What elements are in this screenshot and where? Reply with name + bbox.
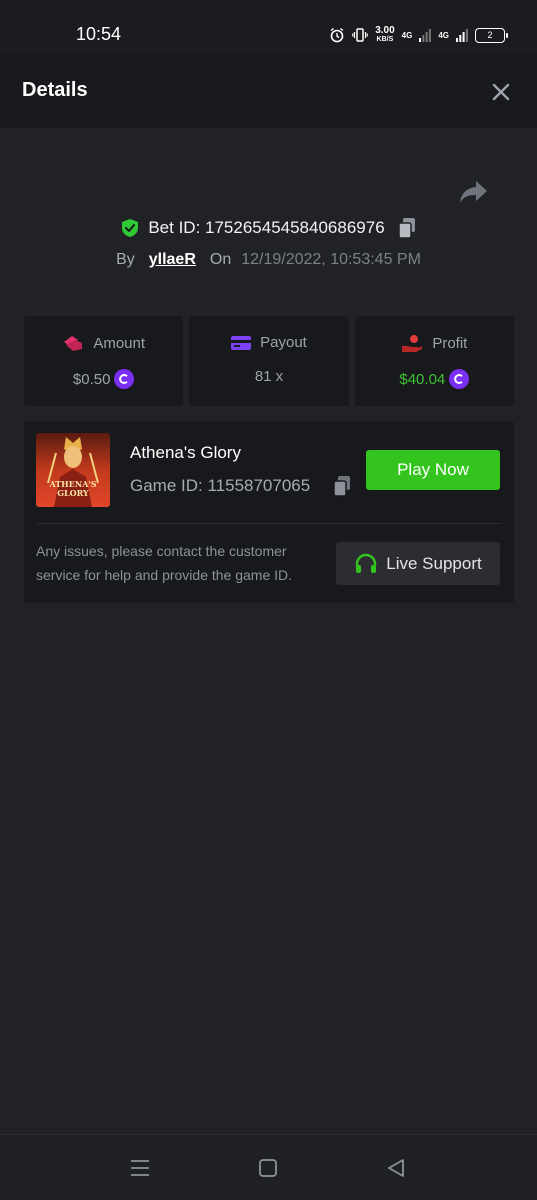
details-header: Details bbox=[0, 54, 537, 128]
stat-amount-label: Amount bbox=[93, 334, 146, 352]
stat-payout: Payout 81 x bbox=[189, 316, 349, 406]
play-now-button[interactable]: Play Now bbox=[366, 450, 500, 490]
net-speed-value: 3.00 bbox=[375, 25, 395, 36]
menu-icon[interactable] bbox=[127, 1155, 153, 1181]
back-icon[interactable] bbox=[383, 1155, 409, 1181]
by-label: By bbox=[116, 251, 135, 268]
divider bbox=[36, 523, 502, 524]
stat-amount: Amount $0.50 bbox=[24, 316, 184, 406]
stat-profit: Profit $40.04 bbox=[354, 316, 514, 406]
net-speed: 3.00 KB/S bbox=[375, 26, 394, 44]
bet-id-row: Bet ID: 1752654545840686976 bbox=[0, 214, 537, 242]
thumb-title-line2: GLORY bbox=[57, 488, 89, 498]
battery-level: 2 bbox=[487, 30, 493, 40]
amount-icon bbox=[64, 336, 83, 351]
signal-icon-2 bbox=[456, 29, 468, 42]
net-speed-unit: KB/S bbox=[376, 36, 394, 43]
bet-author-row: By yllaeR On 12/19/2022, 10:53:45 PM bbox=[0, 247, 537, 273]
status-time: 10:54 bbox=[76, 24, 122, 44]
payout-card-icon bbox=[231, 335, 252, 350]
network-type-1: 4G bbox=[401, 30, 413, 40]
support-help-text: Any issues, please contact the customer … bbox=[36, 543, 293, 583]
share-icon[interactable] bbox=[459, 178, 489, 206]
status-icons: 3.00 KB/S 4G 4G 2 bbox=[329, 24, 508, 46]
battery-icon: 2 bbox=[475, 27, 508, 43]
stat-payout-label: Payout bbox=[260, 334, 307, 351]
username-link[interactable]: yllaeR bbox=[149, 251, 196, 269]
headset-icon bbox=[356, 553, 377, 573]
live-support-label: Live Support bbox=[386, 553, 482, 573]
stat-amount-value: $0.50 bbox=[72, 370, 111, 388]
game-name: Athena's Glory bbox=[130, 443, 241, 462]
signal-icon-1 bbox=[419, 29, 432, 42]
system-nav-bar bbox=[0, 1134, 537, 1200]
stat-profit-label: Profit bbox=[432, 334, 468, 352]
home-icon[interactable] bbox=[255, 1155, 281, 1181]
copy-bet-id-icon[interactable] bbox=[397, 217, 417, 239]
game-thumbnail[interactable]: ATHENA'S GLORY bbox=[36, 433, 110, 507]
bet-stats: Amount $0.50 Payout 81 x Profit $40.04 bbox=[24, 316, 514, 406]
stat-payout-value: 81 x bbox=[254, 368, 284, 385]
status-bar: 10:54 3.00 KB/S 4G 4G 2 bbox=[0, 0, 537, 54]
coin-icon bbox=[449, 369, 470, 389]
bet-datetime: 12/19/2022, 10:53:45 PM bbox=[241, 251, 421, 268]
copy-game-id-icon[interactable] bbox=[332, 475, 352, 497]
game-card: ATHENA'S GLORY Athena's Glory Game ID: 1… bbox=[24, 421, 514, 603]
coin-icon bbox=[114, 369, 135, 389]
network-type-2: 4G bbox=[438, 30, 449, 40]
profit-hand-icon bbox=[402, 335, 423, 352]
live-support-button[interactable]: Live Support bbox=[336, 542, 500, 585]
verified-shield-icon bbox=[122, 219, 139, 237]
vibrate-icon bbox=[352, 28, 368, 42]
page-title: Details bbox=[22, 79, 88, 101]
bet-id: Bet ID: 1752654545840686976 bbox=[148, 218, 385, 237]
close-icon[interactable] bbox=[489, 80, 513, 104]
stat-profit-value: $40.04 bbox=[399, 370, 446, 388]
alarm-icon bbox=[330, 27, 344, 43]
game-id: Game ID: 11558707065 bbox=[130, 476, 311, 495]
on-label: On bbox=[209, 251, 232, 268]
